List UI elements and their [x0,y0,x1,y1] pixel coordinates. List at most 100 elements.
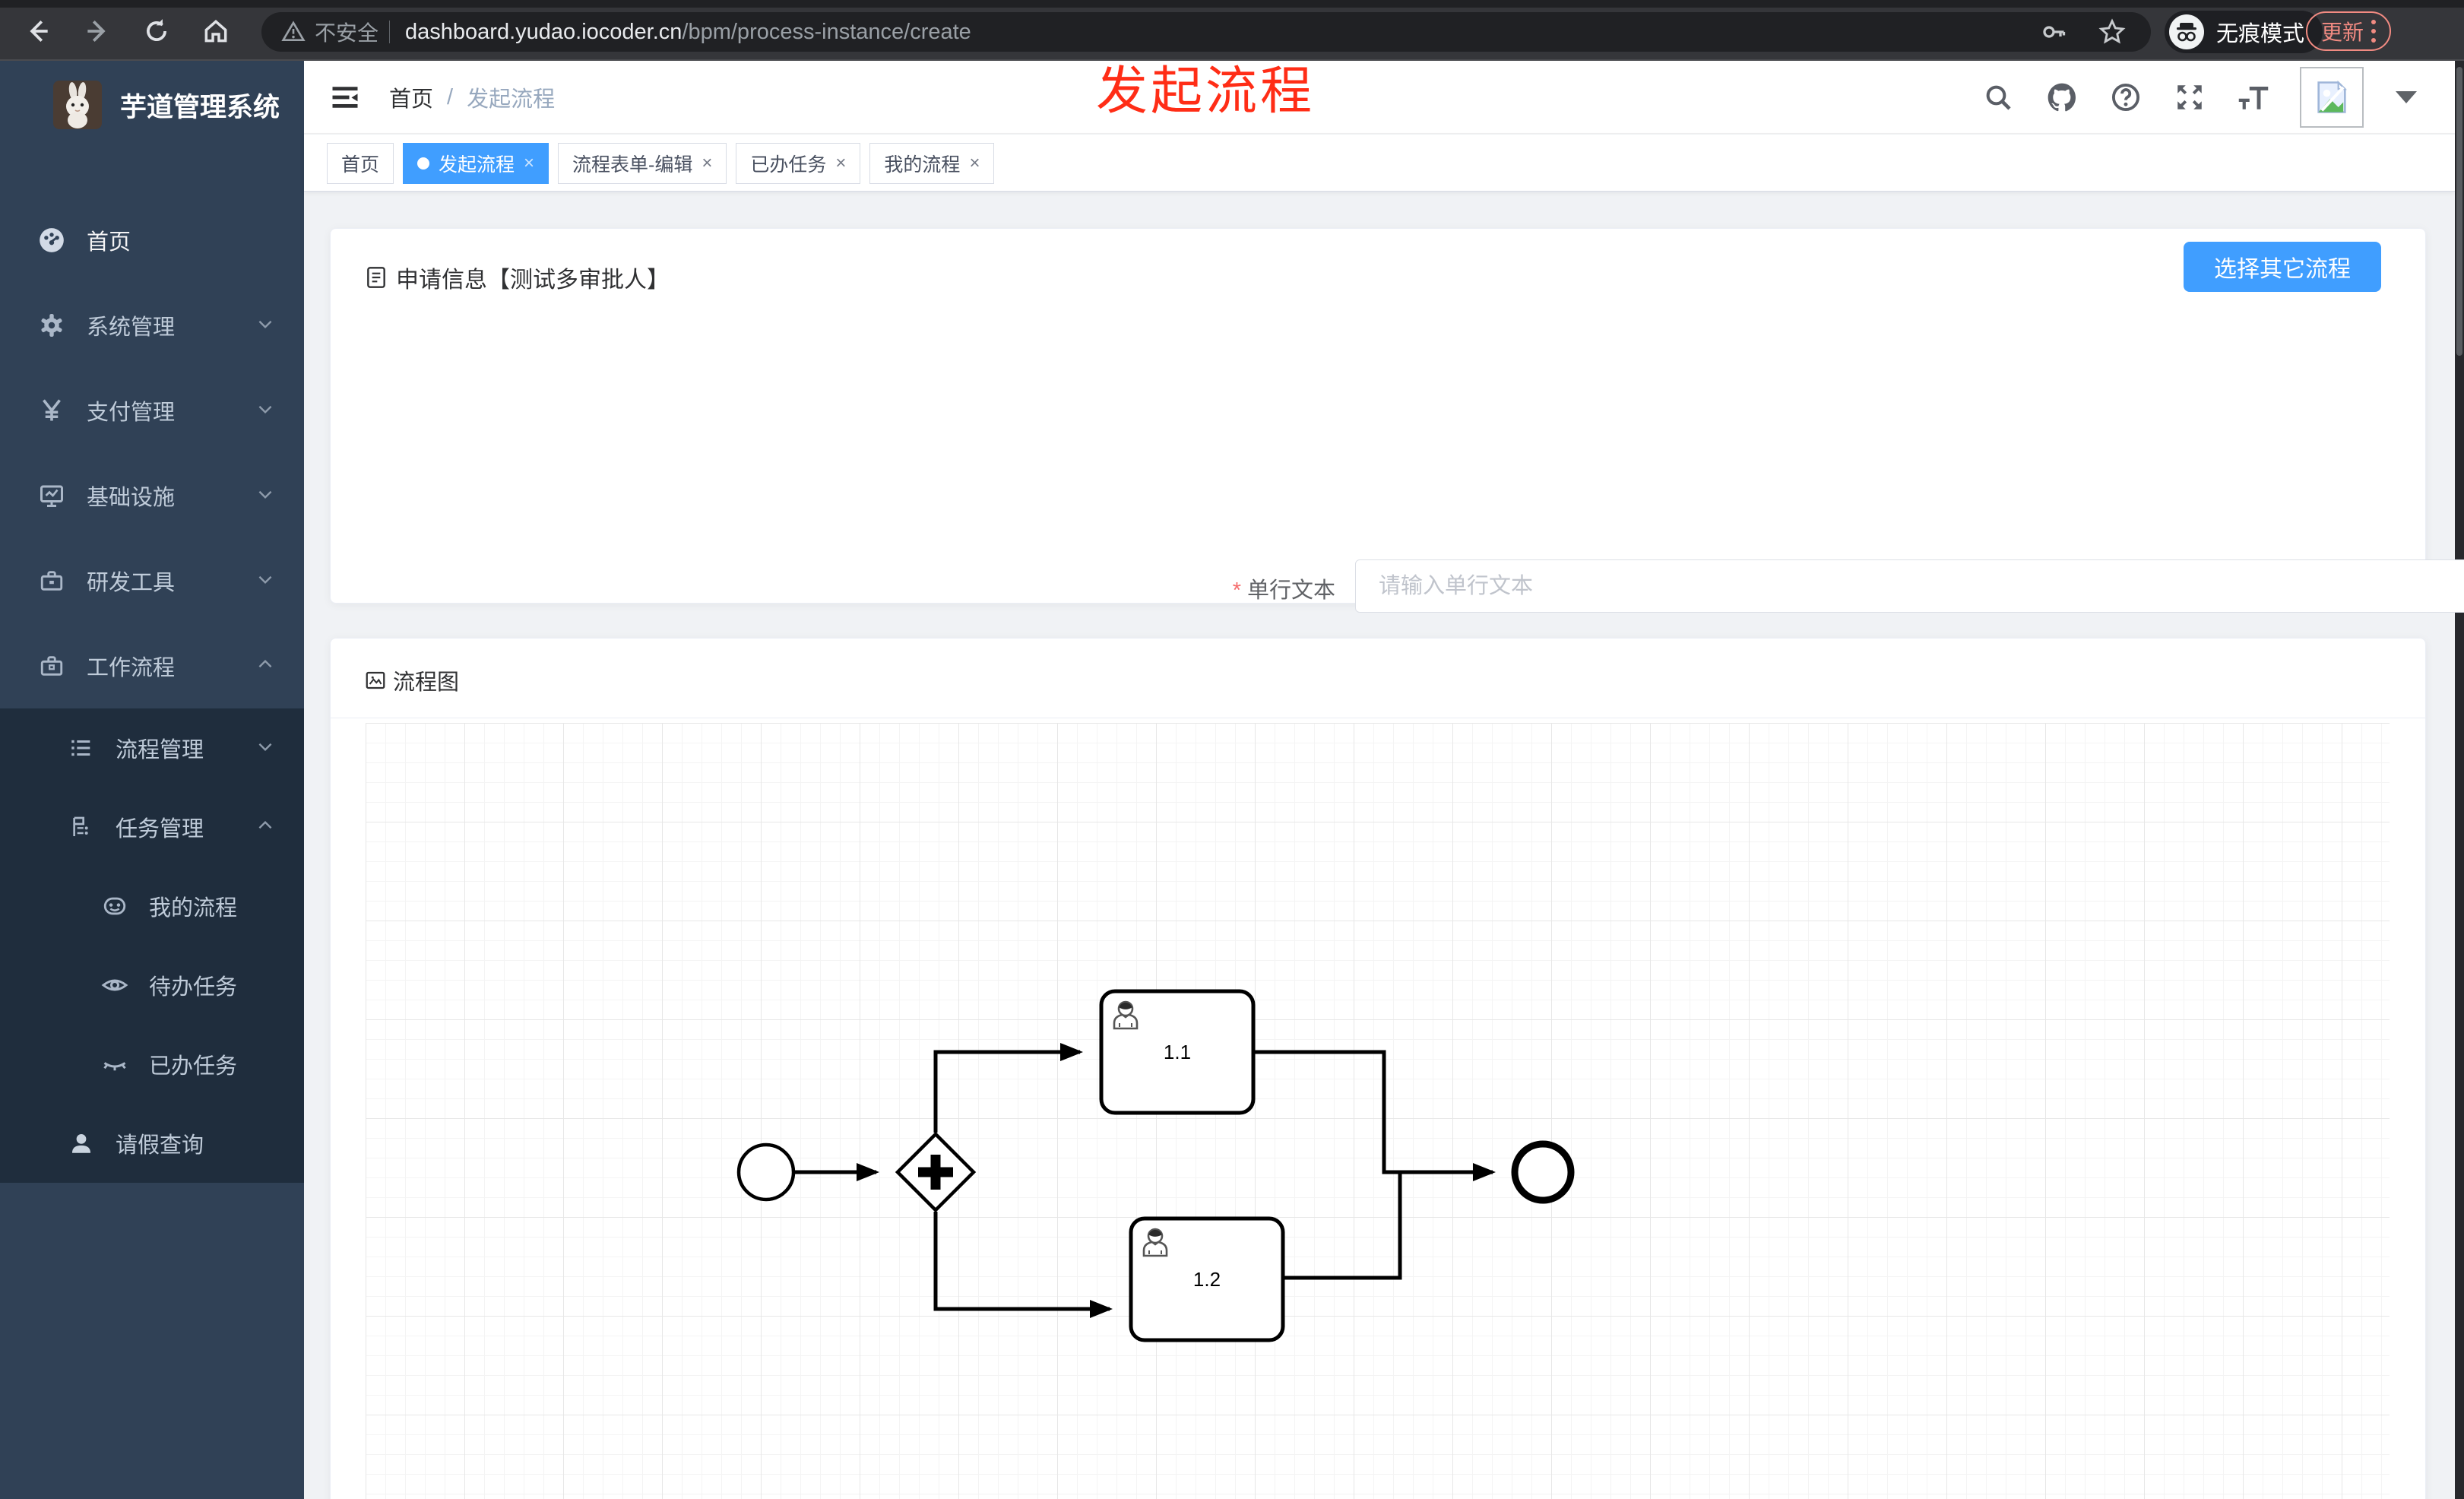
broken-image-icon [2317,80,2347,113]
breadcrumb-current: 发起流程 [467,87,556,112]
sidebar-item-dev-tools[interactable]: 研发工具 [0,538,304,623]
sidebar-item-label: 已办任务 [149,1054,238,1079]
tab-label: 我的流程 [884,154,961,176]
sidebar-item-workflow[interactable]: 工作流程 [0,623,304,708]
user-avatar[interactable] [2300,67,2364,128]
omnibox-divider [389,21,391,43]
browser-forward-button[interactable] [81,14,114,48]
chevron-down-icon [255,569,275,593]
sidebar-item-task-management[interactable]: 任务管理 [0,788,304,867]
workflow-submenu: 流程管理 任务管理 我的流程 待办任务 已办任务 请假查询 [0,708,304,1183]
chevron-down-icon [255,737,275,760]
sidebar-collapse-button[interactable] [327,79,363,116]
sidebar-item-label: 首页 [87,230,131,255]
tab-my-processes[interactable]: 我的流程 × [869,143,995,184]
browser-address-bar[interactable]: 不安全 dashboard.yudao.iocoder.cn /bpm/proc… [261,12,2151,52]
tab-label: 首页 [341,154,380,176]
monitor-icon [36,482,67,509]
browser-reload-button[interactable] [140,14,173,48]
tree-icon [67,735,96,761]
bpmn-end-event[interactable] [1511,1140,1575,1204]
sidebar-item-leave-query[interactable]: 请假查询 [0,1104,304,1183]
bpmn-parallel-gateway[interactable] [895,1131,977,1213]
tab-close-icon[interactable]: × [524,154,534,173]
breadcrumb-separator: / [447,84,454,109]
eye-icon [100,971,129,999]
picture-icon [366,671,385,689]
bpmn-canvas[interactable]: 1.1 1.2 [366,723,2390,1499]
flow-gateway-to-task2 [933,1212,1113,1318]
face-icon [100,893,129,919]
briefcase-icon [36,653,67,679]
document-icon [367,267,385,288]
single-line-text-input[interactable] [1355,559,2464,613]
chevron-down-icon [255,314,275,338]
eye-off-icon [100,1051,129,1078]
back-arrow-icon [30,20,48,43]
bpmn-user-task-1[interactable]: 1.1 [1099,989,1256,1115]
app-header: 首页 / 发起流程 [304,61,2455,134]
flow-diagram-card: 流程图 1.1 1.2 [330,638,2426,1499]
sidebar-item-payment[interactable]: 支付管理 [0,368,304,453]
page-scrollbar[interactable] [2455,61,2464,1499]
sidebar-logo[interactable]: 芋道管理系统 [0,61,304,149]
sidebar-item-done-tasks[interactable]: 已办任务 [0,1025,304,1104]
tab-close-icon[interactable]: × [969,154,980,173]
browser-tabstrip [0,0,2464,8]
url-path: /bpm/process-instance/create [682,19,971,44]
header-github-button[interactable] [2044,80,2079,115]
breadcrumb-home[interactable]: 首页 [389,81,433,113]
tab-done-tasks[interactable]: 已办任务 × [736,143,861,184]
home-icon [204,20,227,43]
not-secure-warning-icon [281,21,306,41]
bpmn-start-event[interactable] [736,1142,796,1202]
chevron-up-icon [255,654,275,678]
sidebar-item-my-processes[interactable]: 我的流程 [0,867,304,946]
gear-icon [36,312,67,339]
browser-home-button[interactable] [199,14,233,48]
tab-label: 流程表单-编辑 [572,154,693,176]
toolbox-icon [36,568,67,594]
forward-arrow-icon [87,20,106,43]
header-search-button[interactable] [1981,80,2016,115]
font-size-icon [2238,87,2269,109]
tab-form-edit[interactable]: 流程表单-编辑 × [558,143,727,184]
sidebar-item-label: 待办任务 [149,975,238,1000]
chrome-menu-kebab-icon[interactable] [2371,20,2376,43]
search-icon [1986,85,2011,110]
sidebar-item-infrastructure[interactable]: 基础设施 [0,453,304,538]
choose-other-process-button[interactable]: 选择其它流程 [2184,242,2381,292]
header-fullscreen-button[interactable] [2172,80,2207,115]
sidebar-item-label: 我的流程 [149,896,238,921]
sidebar-item-process-management[interactable]: 流程管理 [0,708,304,788]
avatar-dropdown-caret-icon[interactable] [2396,91,2417,103]
apply-info-header: 申请信息【测试多审批人】 [364,261,670,294]
chrome-update-button[interactable]: 更新 [2306,11,2391,51]
security-label: 不安全 [315,21,379,45]
sidebar-item-label: 系统管理 [87,315,176,340]
bookmark-star-icon[interactable] [2098,17,2127,46]
sidebar-item-system[interactable]: 系统管理 [0,283,304,368]
task-label: 1.2 [1193,1268,1221,1291]
password-key-icon[interactable] [2040,18,2067,46]
header-help-button[interactable] [2108,80,2143,115]
flow-gateway-to-task1 [933,1043,1083,1133]
flow-task1-to-end [1253,1050,1496,1181]
header-font-size-button[interactable] [2236,80,2271,115]
browser-back-button[interactable] [21,14,55,48]
tab-close-icon[interactable]: × [835,154,846,173]
update-label: 更新 [2320,21,2364,44]
sidebar-item-label: 基础设施 [87,486,176,510]
tab-start-process[interactable]: 发起流程 × [403,143,549,184]
bpmn-user-task-2[interactable]: 1.2 [1129,1216,1285,1342]
page-scrollbar-thumb[interactable] [2456,67,2462,356]
sidebar-item-label: 请假查询 [116,1133,204,1158]
chevron-down-icon [255,399,275,423]
apply-info-card: 申请信息【测试多审批人】 选择其它流程 *单行文本 *多选框组 选项一 选项二 … [330,228,2464,798]
tab-label: 发起流程 [439,154,515,176]
sidebar-item-home[interactable]: 首页 [0,198,304,283]
tab-close-icon[interactable]: × [702,154,712,173]
sidebar-item-todo-tasks[interactable]: 待办任务 [0,946,304,1025]
tab-home[interactable]: 首页 [327,143,394,184]
text-field-label: * 单行文本 [1232,578,1335,603]
